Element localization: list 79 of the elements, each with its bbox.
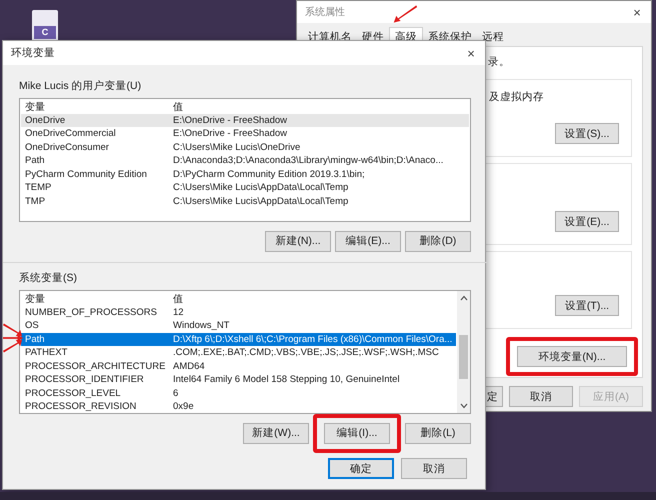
variable-value: E:\OneDrive - FreeShadow: [172, 114, 288, 126]
variable-value: C:\Users\Mike Lucis\OneDrive: [172, 142, 300, 153]
list-row[interactable]: OneDriveConsumer C:\Users\Mike Lucis\OneDrive: [21, 140, 469, 154]
column-header: 变量: [24, 100, 46, 114]
variable-value: E:\OneDrive - FreeShadow: [172, 128, 288, 140]
variable-value: 6: [172, 388, 178, 399]
close-button[interactable]: ×: [623, 2, 651, 22]
dialog-button[interactable]: 新建(W)...: [243, 422, 309, 444]
dialog-button[interactable]: 删除(D): [405, 230, 471, 252]
arrow-icon: [392, 4, 418, 24]
variable-value: D:\Xftp 6\;D:\Xshell 6\;C:\Program Files (x86)\Common Files\Ora...: [172, 334, 452, 345]
dialog-button[interactable]: 取消: [509, 386, 573, 407]
list-row[interactable]: PROCESSOR_LEVEL 6: [21, 386, 456, 400]
list-row[interactable]: NUMBER_OF_PROCESSORS 12: [21, 306, 456, 319]
dialog-button[interactable]: 编辑(E)...: [335, 230, 401, 252]
variable-name: NUMBER_OF_PROCESSORS: [24, 306, 158, 318]
list-row[interactable]: Path D:\Xftp 6\;D:\Xshell 6\;C:\Program Files (x86)\Common Files\Ora...: [21, 332, 456, 346]
scroll-down-icon[interactable]: [460, 403, 468, 409]
dialog-title: 环境变量: [11, 46, 55, 60]
dialog-button[interactable]: 新建(N)...: [265, 230, 331, 252]
variable-name: PROCESSOR_REVISION: [24, 401, 138, 412]
variable-name: Path: [24, 334, 46, 345]
variable-name: PROCESSOR_ARCHITECTURE: [24, 360, 166, 372]
list-row[interactable]: OneDriveCommercial E:\OneDrive - FreeShadow: [21, 127, 469, 140]
variable-value: Windows_NT: [172, 320, 230, 332]
list-row[interactable]: TEMP C:\Users\Mike Lucis\AppData\Local\Temp: [21, 181, 469, 194]
variable-name: PATHEXT: [24, 347, 68, 358]
variable-value: .COM;.EXE;.BAT;.CMD;.VBS;.VBE;.JS;.JSE;.WSF;.WSH;.MSC: [172, 347, 439, 358]
variable-value: D:\Anaconda3;D:\Anaconda3\Library\mingw-w64\bin;D:\Anaco...: [172, 155, 444, 166]
variable-name: PyCharm Community Edition: [24, 168, 148, 180]
settings-button[interactable]: 设置(S)...: [555, 123, 619, 144]
dialog-button[interactable]: 取消: [401, 458, 467, 479]
group-label: 系统变量(S): [19, 271, 78, 285]
dialog-button[interactable]: 删除(L): [405, 422, 471, 444]
list-row[interactable]: Path D:\Anaconda3;D:\Anaconda3\Library\mingw-w64\bin;D:\Anaco...: [21, 154, 469, 168]
variable-value: 0x9e: [172, 401, 194, 412]
list-row[interactable]: PROCESSOR_ARCHITECTURE AMD64: [21, 360, 456, 373]
scrollbar-thumb[interactable]: [459, 335, 468, 379]
column-header: 值: [172, 292, 183, 306]
settings-button[interactable]: 设置(T)...: [555, 295, 619, 316]
column-header: 变量: [24, 292, 46, 306]
column-header: 值: [172, 100, 183, 114]
list-row[interactable]: TMP C:\Users\Mike Lucis\AppData\Local\Temp: [21, 194, 469, 208]
dialog-button[interactable]: 编辑(I)...: [324, 422, 390, 444]
variable-name: PROCESSOR_LEVEL: [24, 388, 122, 399]
file-icon[interactable]: C: [32, 10, 58, 42]
variable-name: TMP: [24, 196, 46, 207]
group-label: Mike Lucis 的用户变量(U): [19, 79, 142, 93]
variable-name: OneDrive: [24, 114, 66, 126]
variable-name: OS: [24, 320, 40, 332]
environment-variables-button[interactable]: 环境变量(N)...: [517, 346, 627, 367]
list-row[interactable]: PATHEXT .COM;.EXE;.BAT;.CMD;.VBS;.VBE;.JS;.JSE;.WSF;.WSH;.MSC: [21, 346, 456, 360]
close-button[interactable]: ×: [457, 43, 485, 63]
variable-name: OneDriveConsumer: [24, 142, 110, 153]
list-row[interactable]: PROCESSOR_REVISION 0x9e: [21, 400, 456, 413]
list-row[interactable]: PROCESSOR_IDENTIFIER Intel64 Family 6 Model 158 Stepping 10, GenuineIntel: [21, 373, 456, 386]
group-text: 及虚拟内存: [489, 90, 545, 105]
list-row[interactable]: PyCharm Community Edition D:\PyCharm Community Edition 2019.3.1\bin;: [21, 168, 469, 181]
tab[interactable]: 远程: [477, 27, 509, 46]
variable-name: OneDriveCommercial: [24, 128, 117, 140]
variable-value: D:\PyCharm Community Edition 2019.3.1\bin;: [172, 168, 365, 180]
variable-name: Path: [24, 155, 46, 166]
variable-name: PROCESSOR_IDENTIFIER: [24, 374, 145, 386]
scrollbar[interactable]: [457, 291, 470, 413]
variable-value: Intel64 Family 6 Model 158 Stepping 10, GenuineIntel: [172, 374, 400, 386]
variable-name: TEMP: [24, 182, 52, 194]
variable-value: C:\Users\Mike Lucis\AppData\Local\Temp: [172, 196, 348, 207]
list-row[interactable]: OS Windows_NT: [21, 319, 456, 332]
settings-button[interactable]: 设置(E)...: [555, 211, 619, 232]
scroll-up-icon[interactable]: [460, 295, 468, 301]
variable-value: 12: [172, 306, 184, 318]
variable-value: AMD64: [172, 360, 205, 372]
list-row[interactable]: OneDrive E:\OneDrive - FreeShadow: [21, 114, 469, 127]
arrows-drawing: [3, 322, 23, 354]
file-icon-label: C: [34, 26, 56, 39]
variable-value: C:\Users\Mike Lucis\AppData\Local\Temp: [172, 182, 348, 194]
dialog-button[interactable]: 确定: [328, 458, 394, 479]
window-title: 系统属性: [305, 6, 345, 19]
description-text: 录。: [488, 55, 511, 70]
